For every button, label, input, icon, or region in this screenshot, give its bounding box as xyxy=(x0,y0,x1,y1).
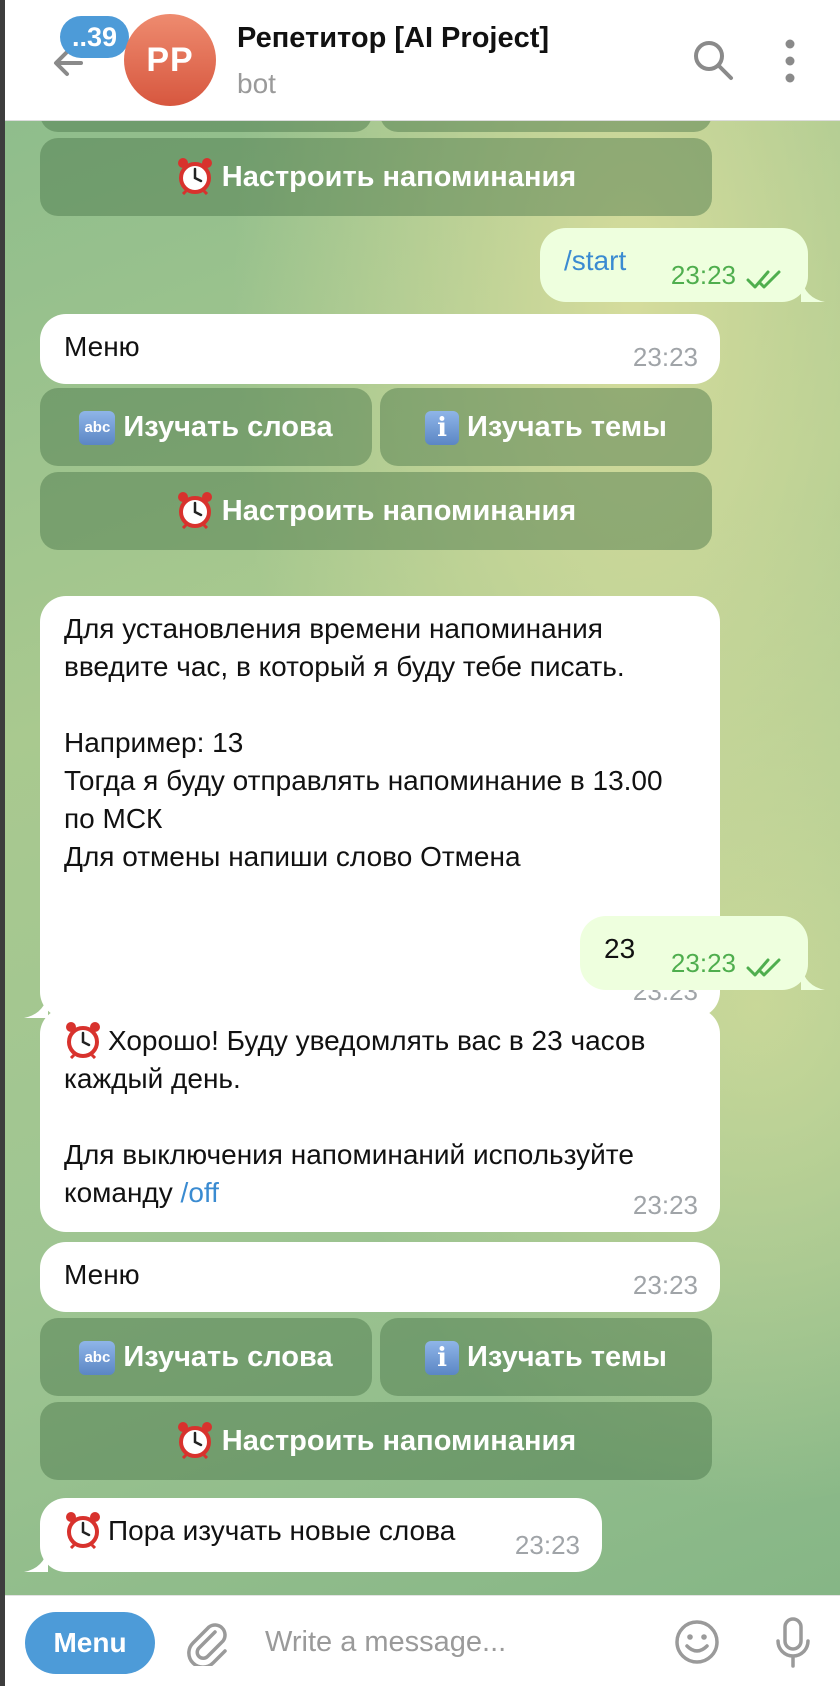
incoming-message[interactable]: Пора изучать новые слова 23:23 xyxy=(40,1498,602,1572)
outgoing-message[interactable]: 23 23:23 xyxy=(580,916,808,990)
message-line: каждый день. xyxy=(64,1063,241,1094)
chat-header: ..39 PP Репетитор [AI Project] bot xyxy=(5,0,840,121)
alarm-clock-icon xyxy=(177,492,212,530)
message-time: 23:23 xyxy=(670,260,736,290)
alarm-clock-icon xyxy=(177,1422,212,1460)
message-time: 23:23 xyxy=(632,342,698,372)
keyboard-button-label: Изучать слова xyxy=(123,1341,333,1373)
chat-title[interactable]: Репетитор [AI Project] xyxy=(237,22,549,55)
keyboard-button-label: Настроить напоминания xyxy=(221,1425,577,1457)
alarm-clock-icon xyxy=(177,158,212,196)
window-edge xyxy=(0,0,5,1686)
bot-menu-button[interactable]: Menu xyxy=(25,1612,155,1674)
keyboard-button-label: Настроить напоминания xyxy=(221,161,577,193)
bubble-tail xyxy=(801,278,825,302)
alarm-clock-icon xyxy=(66,1511,100,1549)
message-line: Например: 13 xyxy=(64,727,244,758)
keyboard-button-learn-topics[interactable]: i Изучать темы xyxy=(380,1318,712,1396)
keyboard-button-label: Изучать слова xyxy=(123,411,333,443)
keyboard-button-label: Изучать темы xyxy=(467,1341,667,1373)
message-line: введите час, в который я буду тебе писат… xyxy=(64,651,625,682)
bubble-tail xyxy=(24,994,48,1018)
search-button[interactable] xyxy=(691,38,735,82)
message-input[interactable] xyxy=(263,1616,647,1668)
telegram-chat-window: ..39 PP Репетитор [AI Project] bot Настр… xyxy=(0,0,840,1686)
message-time: 23:23 xyxy=(632,1190,698,1220)
chat-subtitle: bot xyxy=(237,68,276,99)
message-line: Хорошо! Буду уведомлять вас в 23 часов xyxy=(64,1021,696,1060)
keyboard-button-label: Изучать темы xyxy=(467,411,667,443)
message-line: Тогда я буду отправлять напоминание в 13… xyxy=(64,765,663,796)
bubble-tail xyxy=(24,1548,48,1572)
keyboard-button-label: Настроить напоминания xyxy=(221,495,577,527)
message-text: Меню xyxy=(64,331,140,362)
keyboard-button-learn-words[interactable]: abc Изучать слова xyxy=(40,1318,372,1396)
incoming-message[interactable]: Хорошо! Буду уведомлять вас в 23 часов к… xyxy=(40,1008,720,1232)
info-icon: i xyxy=(425,411,460,446)
message-line: Для установления времени напоминания xyxy=(64,613,603,644)
incoming-message[interactable]: Меню 23:23 xyxy=(40,314,720,384)
message-list[interactable]: Настроить напоминания /start 23:23 Меню … xyxy=(5,120,840,1595)
keyboard-button-set-reminders[interactable]: Настроить напоминания xyxy=(40,472,712,550)
message-time: 23:23 xyxy=(514,1530,580,1560)
smile-icon xyxy=(675,1620,719,1664)
message-text: команду xyxy=(64,1177,181,1208)
keyboard-button-learn-words[interactable]: abc Изучать слова xyxy=(40,388,372,466)
paperclip-icon xyxy=(187,1623,227,1669)
keyboard-button-set-reminders[interactable]: Настроить напоминания xyxy=(40,1402,712,1480)
message-line: команду /off xyxy=(64,1174,696,1212)
message-line: Для выключения напоминаний используйте xyxy=(64,1139,634,1170)
bubble-tail xyxy=(801,966,825,990)
voice-record-button[interactable] xyxy=(773,1616,813,1670)
keyboard-button-learn-words-partial[interactable] xyxy=(40,120,372,132)
more-options-button[interactable] xyxy=(777,36,803,86)
abc-icon: abc xyxy=(79,1341,116,1376)
message-time: 23:23 xyxy=(670,948,736,978)
message-text: Хорошо! Буду уведомлять вас в 23 часов xyxy=(108,1025,646,1056)
message-text: Пора изучать новые слова xyxy=(108,1515,456,1546)
incoming-message[interactable]: Меню 23:23 xyxy=(40,1242,720,1312)
keyboard-button-learn-topics[interactable]: i Изучать темы xyxy=(380,388,712,466)
info-icon: i xyxy=(425,1341,460,1376)
more-vert-icon xyxy=(785,39,795,83)
composer-bar: Menu xyxy=(5,1595,840,1686)
avatar[interactable]: PP xyxy=(124,14,216,106)
message-text: 23 xyxy=(604,933,636,964)
search-icon xyxy=(694,41,733,80)
emoji-button[interactable] xyxy=(673,1618,721,1666)
message-line: Для отмены напиши слово Отмена xyxy=(64,841,521,872)
double-check-icon xyxy=(746,958,781,977)
keyboard-button-set-reminders[interactable]: Настроить напоминания xyxy=(40,138,712,216)
outgoing-message[interactable]: /start 23:23 xyxy=(540,228,808,302)
double-check-icon xyxy=(746,270,781,289)
attach-button[interactable] xyxy=(185,1618,231,1669)
microphone-icon xyxy=(776,1617,810,1668)
unread-count-badge[interactable]: ..39 xyxy=(60,16,130,58)
message-text[interactable]: /start xyxy=(564,245,626,276)
message-line: по МСК xyxy=(64,803,163,834)
message-text: Меню xyxy=(64,1259,140,1290)
keyboard-button-learn-topics-partial[interactable] xyxy=(380,120,712,132)
command-link-off[interactable]: /off xyxy=(181,1177,219,1208)
message-time: 23:23 xyxy=(632,1270,698,1300)
alarm-clock-icon xyxy=(66,1021,100,1059)
abc-icon: abc xyxy=(79,411,116,446)
